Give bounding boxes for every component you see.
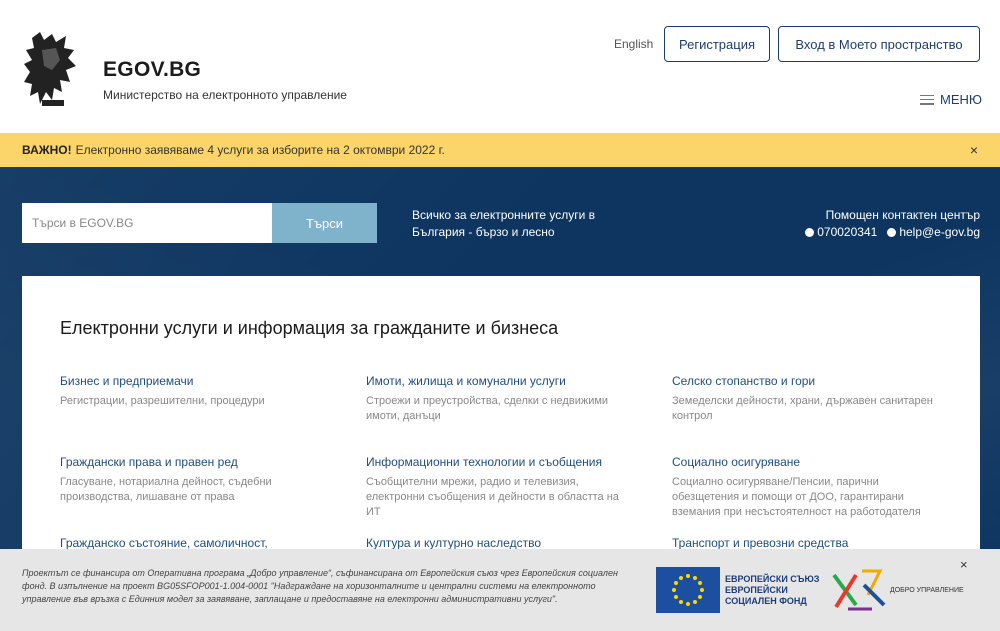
service-link[interactable]: Социално осигуряване [672, 455, 942, 469]
notice-text[interactable]: Електронно заявяваме 4 услуги за изборит… [76, 143, 445, 157]
register-button[interactable]: Регистрация [664, 26, 770, 62]
service-desc: Социално осигуряване/Пенсии, парични обе… [672, 476, 921, 518]
service-desc: Регистрации, разрешителни, процедури [60, 395, 265, 407]
service-item: Социално осигуряване Социално осигуряван… [672, 455, 942, 520]
language-switch-link[interactable]: English [614, 37, 653, 51]
help-title: Помощен контактен център [825, 208, 980, 222]
hero-tagline: Всичко за електронните услуги в България… [412, 208, 596, 239]
service-desc: Гласуване, нотариална дейност, съдебни п… [60, 476, 272, 503]
service-link[interactable]: Бизнес и предприемачи [60, 374, 330, 388]
service-desc: Строежи и преустройства, сделки с недвиж… [366, 395, 609, 422]
eu-funding-banner: Проектът се финансира от Оперативна прог… [0, 549, 1000, 631]
service-link[interactable]: Селско стопанство и гори [672, 374, 942, 388]
menu-toggle-button[interactable]: МЕНЮ [920, 92, 982, 107]
service-item: Имоти, жилища и комунални услуги Строежи… [366, 374, 636, 424]
site-header: EGOV.BG Министерство на електронното упр… [0, 0, 1000, 133]
notice-close-icon[interactable]: × [970, 142, 978, 158]
service-link[interactable]: Информационни технологии и съобщения [366, 455, 636, 469]
service-link[interactable]: Гражданско състояние, самоличност, [60, 536, 330, 550]
service-item: Информационни технологии и съобщения Съо… [366, 455, 636, 520]
good-governance-logo-icon [832, 569, 886, 611]
menu-label: МЕНЮ [940, 92, 983, 107]
search-button[interactable]: Търси [272, 203, 377, 243]
help-phone-link[interactable]: 070020341 [817, 224, 877, 241]
banner-close-icon[interactable]: × [960, 557, 968, 572]
ministry-subtitle: Министерство на електронното управление [103, 88, 347, 102]
service-desc: Съобщителни мрежи, радио и телевизия, ел… [366, 476, 619, 518]
eu-line-1: ЕВРОПЕЙСКИ СЪЮЗ [725, 574, 820, 584]
service-link[interactable]: Граждански права и правен ред [60, 455, 330, 469]
bulgaria-lion-logo-icon[interactable] [22, 30, 84, 110]
service-desc: Земеделски дейности, храни, държавен сан… [672, 395, 933, 422]
service-item: Селско стопанство и гори Земеделски дейн… [672, 374, 942, 424]
help-email-link[interactable]: help@e-gov.bg [899, 224, 980, 241]
eu-flag-icon [656, 567, 720, 613]
service-item: Граждански права и правен ред Гласуване,… [60, 455, 330, 505]
good-governance-label: ДОБРО УПРАВЛЕНИЕ [890, 587, 964, 594]
eu-fund-label: ЕВРОПЕЙСКИ СЪЮЗ ЕВРОПЕЙСКИ СОЦИАЛЕН ФОНД [725, 574, 819, 607]
help-center: Помощен контактен център 070020341 help@… [805, 207, 980, 241]
important-notice-bar: ВАЖНО! Електронно заявяваме 4 услуги за … [0, 133, 1000, 167]
search-input[interactable]: Търси в EGOV.BG [22, 203, 272, 243]
login-button[interactable]: Вход в Моето пространство [778, 26, 980, 62]
eu-line-2: ЕВРОПЕЙСКИ [725, 585, 788, 595]
eu-line-3: СОЦИАЛЕН ФОНД [725, 596, 807, 606]
hamburger-icon [920, 94, 934, 105]
service-link[interactable]: Култура и културно наследство [366, 536, 636, 550]
service-link[interactable]: Транспорт и превозни средства [672, 536, 942, 550]
funding-text: Проектът се финансира от Оперативна прог… [22, 568, 618, 604]
service-link[interactable]: Имоти, жилища и комунални услуги [366, 374, 636, 388]
notice-strong: ВАЖНО! [22, 143, 72, 157]
email-icon [887, 228, 897, 237]
service-item: Бизнес и предприемачи Регистрации, разре… [60, 374, 330, 409]
site-title[interactable]: EGOV.BG [103, 58, 201, 82]
phone-icon [805, 228, 815, 237]
services-heading: Електронни услуги и информация за гражда… [60, 318, 559, 338]
